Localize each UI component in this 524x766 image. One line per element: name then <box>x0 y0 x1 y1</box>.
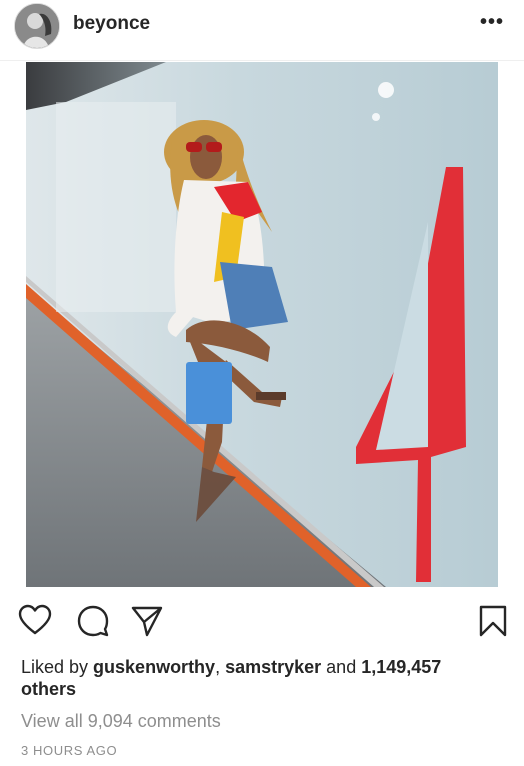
comment-icon[interactable] <box>76 604 110 638</box>
post-header: beyonce ••• <box>0 0 524 50</box>
post-image[interactable] <box>26 62 498 587</box>
likes-and: and <box>321 657 362 677</box>
view-all-comments-link[interactable]: View all 9,094 comments <box>21 711 221 732</box>
likes-prefix: Liked by <box>21 657 94 677</box>
bookmark-icon[interactable] <box>476 604 510 638</box>
liker-link-1[interactable]: guskenworthy <box>93 657 215 677</box>
heart-icon[interactable] <box>18 604 52 638</box>
liker-link-2[interactable]: samstryker <box>225 657 321 677</box>
post-actions <box>0 598 524 642</box>
direct-share-icon[interactable] <box>130 604 164 638</box>
likes-others[interactable]: others <box>21 679 76 699</box>
username-link[interactable]: beyonce <box>73 13 150 35</box>
post-timestamp: 3 HOURS AGO <box>21 743 118 758</box>
more-options-icon[interactable]: ••• <box>478 10 506 34</box>
likes-separator: , <box>215 657 226 677</box>
header-divider <box>0 60 524 61</box>
avatar[interactable] <box>14 3 60 49</box>
likes-count[interactable]: 1,149,457 <box>361 657 441 677</box>
likes-summary: Liked by guskenworthy, samstryker and 1,… <box>21 656 501 700</box>
